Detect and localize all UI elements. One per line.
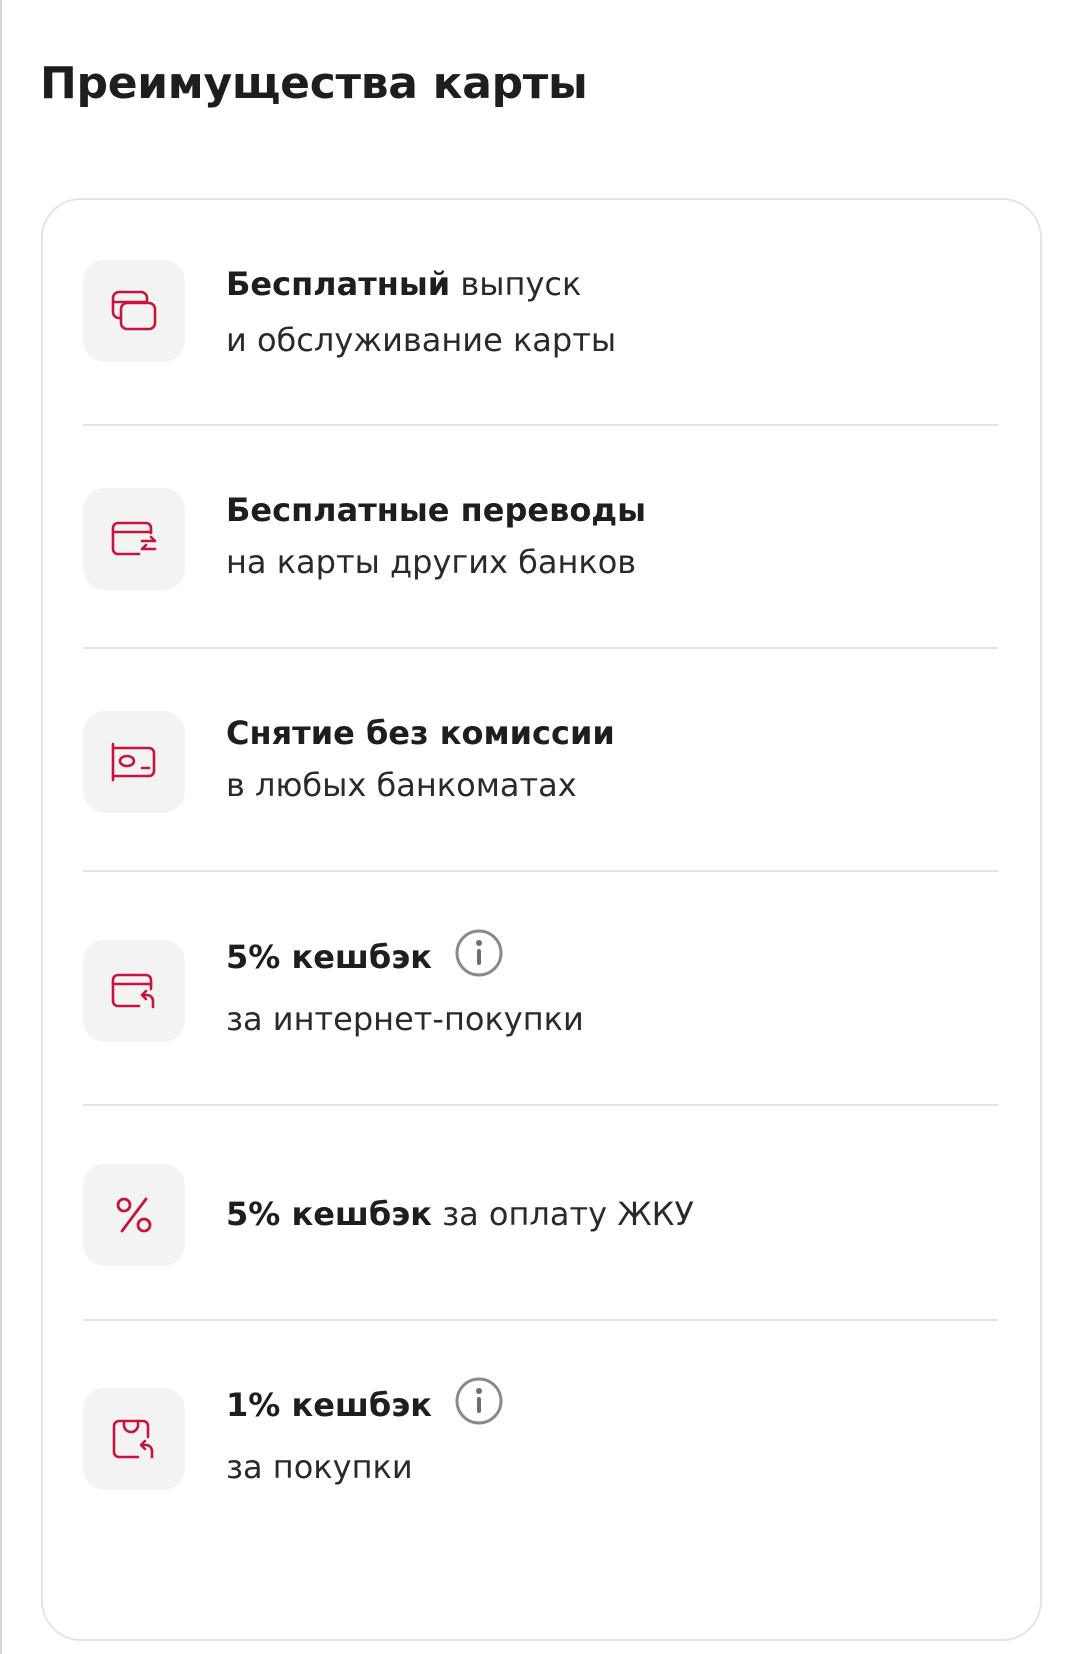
benefit-subtitle: на карты других банков [226, 543, 637, 581]
divider [83, 424, 998, 426]
benefit-text: 1% кешбэк за покупки [226, 1374, 504, 1498]
benefit-item-free-withdrawal: Снятие без комиссии в любых банкоматах [83, 711, 998, 813]
page: Преимущества карты Бесплатный выпуск и о… [0, 0, 1080, 1654]
left-edge-divider [0, 0, 2, 1654]
benefit-item-online-cashback: 5% кешбэк за интернет-покупки [83, 929, 998, 1042]
benefit-title: Бесплатные переводы [226, 491, 647, 529]
benefit-title: 5% кешбэк [226, 938, 432, 976]
card-transfer-icon [83, 488, 185, 590]
benefits-card: Бесплатный выпуск и обслуживание карты Б… [41, 198, 1042, 1641]
benefit-subtitle: и обслуживание карты [226, 321, 617, 359]
page-title: Преимущества карты [40, 58, 588, 109]
percent-icon [83, 1164, 185, 1266]
benefit-item-free-transfers: Бесплатные переводы на карты других банк… [83, 488, 998, 590]
divider [83, 1319, 998, 1321]
info-icon[interactable] [454, 928, 504, 978]
benefit-text: Бесплатные переводы на карты других банк… [226, 484, 646, 588]
benefit-text: 5% кешбэк за интернет-покупки [226, 926, 584, 1050]
benefit-title-rest: выпуск [450, 265, 582, 303]
cash-withdrawal-icon [83, 711, 185, 813]
benefit-text: 5% кешбэк за оплату ЖКУ [226, 1186, 694, 1242]
benefit-text: Снятие без комиссии в любых банкоматах [226, 707, 615, 811]
card-cashback-icon [83, 940, 185, 1042]
benefit-title: Бесплатный [226, 265, 451, 303]
benefit-subtitle: за интернет-покупки [226, 1000, 584, 1038]
benefit-title: Снятие без комиссии [226, 714, 615, 752]
cards-stack-icon [83, 260, 185, 362]
benefit-subtitle: за покупки [226, 1448, 413, 1486]
divider [83, 870, 998, 872]
benefit-text: Бесплатный выпуск и обслуживание карты [226, 256, 616, 368]
benefit-item-free-issue: Бесплатный выпуск и обслуживание карты [83, 260, 998, 362]
benefit-item-utilities-cashback: 5% кешбэк за оплату ЖКУ [83, 1164, 998, 1266]
benefit-title: 5% кешбэк [226, 1195, 432, 1233]
info-icon[interactable] [454, 1376, 504, 1426]
divider [83, 1104, 998, 1106]
benefit-title-rest: за оплату ЖКУ [431, 1195, 694, 1233]
shopping-bag-cashback-icon [83, 1388, 185, 1490]
benefit-title: 1% кешбэк [226, 1386, 432, 1424]
benefit-subtitle: в любых банкоматах [226, 766, 577, 804]
divider [83, 647, 998, 649]
benefit-item-purchases-cashback: 1% кешбэк за покупки [83, 1377, 998, 1490]
